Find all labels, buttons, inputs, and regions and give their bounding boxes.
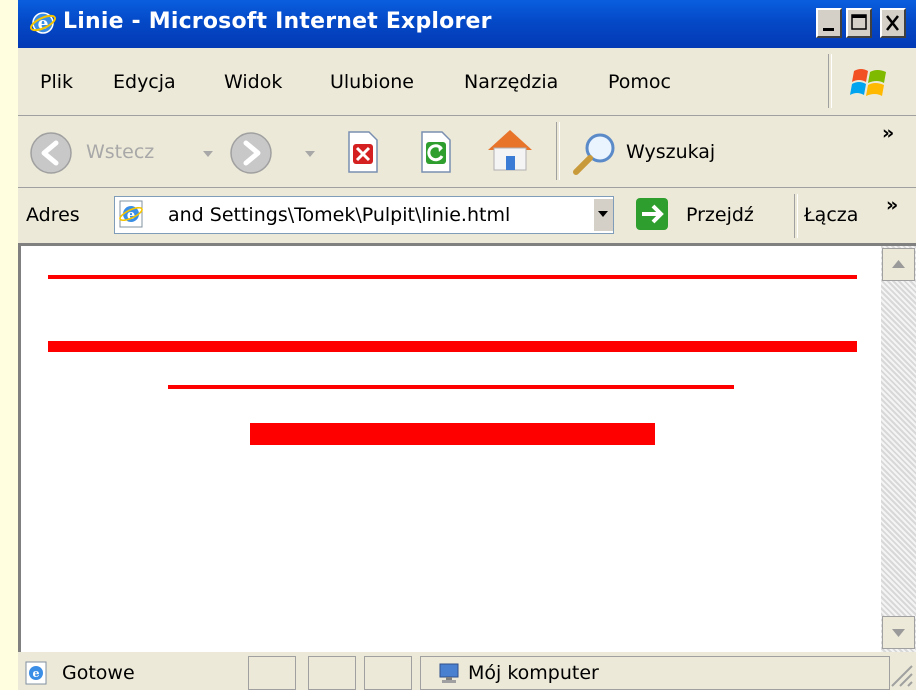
search-label: Wyszukaj (626, 141, 716, 163)
standard-toolbar: Wstecz Wyszukaj » (18, 116, 916, 188)
ie-window: e Linie - Microsoft Internet Explorer Pl… (18, 0, 916, 690)
ie-logo-icon: e (30, 12, 56, 34)
close-button[interactable] (880, 8, 906, 38)
status-pane-2 (308, 656, 356, 690)
menu-tools[interactable]: Narzędzia (464, 71, 558, 93)
page-status-icon: e (25, 661, 47, 685)
address-value: and Settings\Tomek\Pulpit\linie.html (168, 204, 511, 226)
back-label: Wstecz (86, 141, 155, 163)
scroll-up-button[interactable] (882, 248, 915, 281)
horizontal-line-3 (168, 385, 734, 389)
title-bar[interactable]: e Linie - Microsoft Internet Explorer (18, 0, 916, 48)
search-button[interactable]: Wyszukaj (570, 130, 790, 175)
close-icon (886, 15, 899, 31)
links-overflow-chevron[interactable]: » (886, 194, 898, 216)
maximize-button[interactable] (846, 8, 872, 38)
scroll-down-arrow-icon (892, 629, 905, 637)
status-pane-1 (248, 656, 296, 690)
svg-text:e: e (33, 667, 40, 680)
window-title: Linie - Microsoft Internet Explorer (63, 9, 492, 34)
menu-separator (828, 54, 832, 108)
back-dropdown-icon (203, 151, 213, 157)
forward-button[interactable] (228, 130, 328, 174)
horizontal-line-4 (250, 423, 655, 445)
minimize-icon (823, 28, 834, 31)
status-bar: e Gotowe Mój komputer (18, 652, 916, 690)
address-bar: Adres e and Settings\Tomek\Pulpit\linie.… (18, 188, 916, 244)
forward-arrow-icon (230, 132, 272, 174)
chevron-down-icon (598, 211, 608, 217)
menu-view[interactable]: Widok (224, 71, 282, 93)
my-computer-icon (439, 663, 459, 683)
windows-logo-icon (850, 69, 886, 96)
toolbar-overflow-chevron[interactable]: » (882, 122, 894, 144)
home-icon[interactable] (482, 126, 538, 174)
scroll-up-arrow-icon (892, 260, 905, 268)
scroll-down-button[interactable] (882, 616, 915, 649)
search-icon (573, 133, 615, 175)
back-arrow-icon (30, 132, 72, 174)
menu-edit[interactable]: Edycja (113, 71, 176, 93)
menu-help[interactable]: Pomoc (608, 71, 671, 93)
menu-file[interactable]: Plik (40, 71, 73, 93)
stop-icon[interactable] (343, 130, 383, 174)
menu-bar: Plik Edycja Widok Ulubione Narzędzia Pom… (18, 48, 916, 116)
horizontal-line-2 (48, 341, 857, 352)
address-separator (794, 194, 798, 238)
go-label: Przejdź (686, 204, 754, 226)
page-ie-icon: e (119, 200, 143, 228)
maximize-icon (851, 14, 867, 30)
menu-favorites[interactable]: Ulubione (330, 71, 414, 93)
zone-text: Mój komputer (468, 662, 599, 684)
toolbar-separator (556, 122, 560, 180)
back-button[interactable]: Wstecz (28, 130, 218, 174)
horizontal-line-1 (48, 275, 857, 279)
status-text: Gotowe (62, 662, 135, 684)
minimize-button[interactable] (816, 8, 842, 38)
vertical-scrollbar[interactable] (881, 246, 916, 652)
refresh-icon[interactable] (416, 130, 456, 174)
forward-dropdown-icon (305, 151, 315, 157)
page-content (18, 244, 916, 652)
resize-grip-icon[interactable] (886, 660, 914, 688)
address-dropdown-button[interactable] (593, 199, 613, 231)
status-pane-3 (364, 656, 412, 690)
links-label[interactable]: Łącza (804, 204, 858, 226)
address-label: Adres (26, 204, 80, 226)
go-arrow-icon (636, 198, 668, 230)
